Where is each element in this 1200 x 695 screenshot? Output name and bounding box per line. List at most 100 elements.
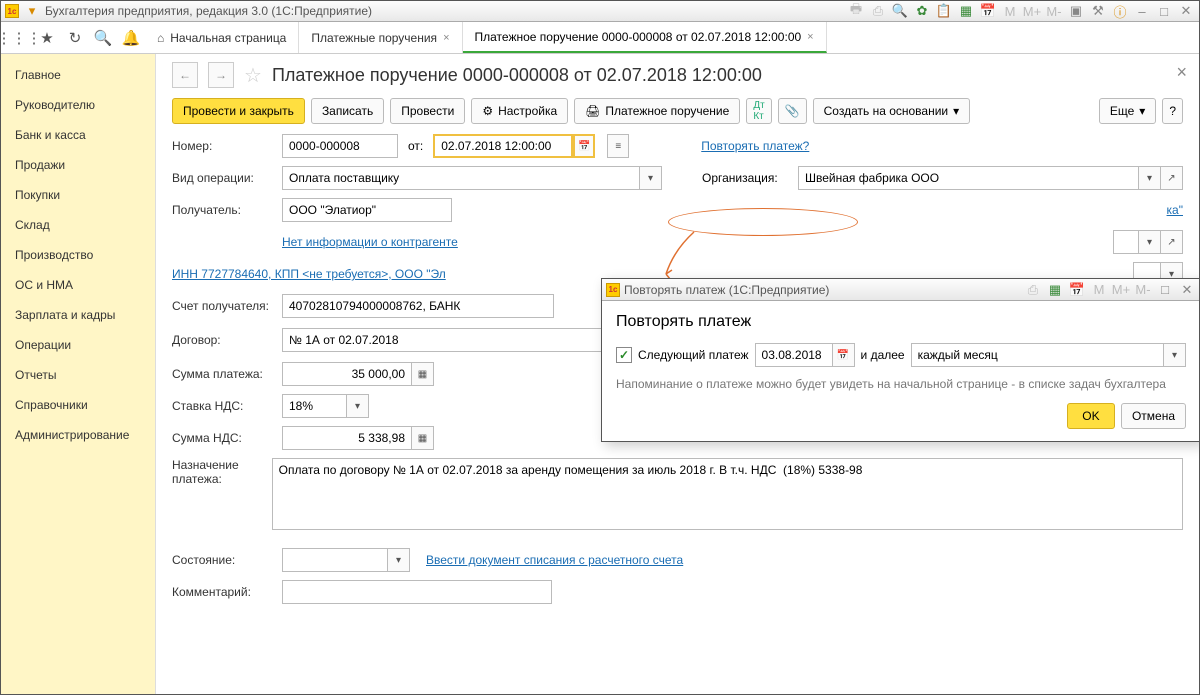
sidebar-item[interactable]: Отчеты (1, 360, 155, 390)
calendar-button[interactable]: 📅 (833, 343, 855, 367)
sidebar-item[interactable]: Продажи (1, 150, 155, 180)
clipboard-icon[interactable]: 📋 (935, 2, 953, 20)
mplus-icon[interactable]: M+ (1112, 281, 1130, 299)
sidebar-item[interactable]: Банк и касса (1, 120, 155, 150)
tab-order-doc[interactable]: Платежное поручение 0000-000008 от 02.07… (463, 22, 827, 53)
apps-icon[interactable]: ⋮⋮⋮ (5, 22, 33, 53)
close-doc-icon[interactable]: × (1176, 62, 1187, 83)
calc-icon[interactable]: ▦ (412, 426, 434, 450)
preview-icon[interactable]: 🔍 (891, 2, 909, 20)
aux-select[interactable] (1113, 230, 1139, 254)
chevron-down-icon[interactable]: ▾ (1139, 230, 1161, 254)
sidebar-item[interactable]: Администрирование (1, 420, 155, 450)
dt-button[interactable]: ДтКт (746, 98, 771, 124)
tab-label: Платежные поручения (311, 31, 437, 45)
settings-button[interactable]: ⚙Настройка (471, 98, 568, 124)
cancel-button[interactable]: Отмена (1121, 403, 1186, 429)
calendar-button[interactable]: 📅 (573, 134, 595, 158)
recipient-input[interactable]: ООО "Элатиор" (282, 198, 452, 222)
chevron-down-icon[interactable]: ▾ (640, 166, 662, 190)
favorite-icon[interactable]: ☆ (244, 63, 262, 88)
open-icon[interactable]: ↗ (1161, 230, 1183, 254)
print-order-button[interactable]: 🖨Платежное поручение (574, 98, 740, 124)
mminus-icon[interactable]: M- (1134, 281, 1152, 299)
nav-icon[interactable]: ✿ (913, 2, 931, 20)
save-icon[interactable]: 🖶 (847, 2, 865, 20)
star-icon[interactable]: ★ (33, 22, 61, 53)
sidebar-item[interactable]: Покупки (1, 180, 155, 210)
sum-input[interactable]: 35 000,00 (282, 362, 412, 386)
sidebar-item[interactable]: ОС и НМА (1, 270, 155, 300)
sidebar-item[interactable]: Главное (1, 60, 155, 90)
calc-icon[interactable]: ▦ (957, 2, 975, 20)
maximize-icon[interactable]: □ (1155, 2, 1173, 20)
calendar-icon[interactable]: 📅 (1068, 281, 1086, 299)
ok-button[interactable]: OK (1067, 403, 1115, 429)
ka-link[interactable]: ка" (1167, 203, 1183, 217)
post-button[interactable]: Провести (390, 98, 465, 124)
sidebar-item[interactable]: Производство (1, 240, 155, 270)
next-date-input[interactable]: 03.08.2018 (755, 343, 833, 367)
next-payment-checkbox[interactable]: ✓ (616, 347, 632, 363)
sidebar-item[interactable]: Операции (1, 330, 155, 360)
help-button[interactable]: ? (1162, 98, 1183, 124)
sidebar-item[interactable]: Справочники (1, 390, 155, 420)
date-input[interactable]: 02.07.2018 12:00:00 (433, 134, 573, 158)
calc-icon[interactable]: ▦ (412, 362, 434, 386)
calc-icon[interactable]: ▦ (1046, 281, 1064, 299)
m-icon[interactable]: M (1001, 2, 1019, 20)
info-icon[interactable]: ⓘ (1111, 2, 1129, 20)
mplus-icon[interactable]: M+ (1023, 2, 1041, 20)
more-button[interactable]: Еще▾ (1099, 98, 1156, 124)
panels-icon[interactable]: ▣ (1067, 2, 1085, 20)
post-close-button[interactable]: Провести и закрыть (172, 98, 305, 124)
maximize-icon[interactable]: □ (1156, 281, 1174, 299)
number-input[interactable]: 0000-000008 (282, 134, 398, 158)
tab-orders[interactable]: Платежные поручения × (299, 22, 462, 53)
close-icon[interactable]: ✕ (1178, 281, 1196, 299)
aux-button[interactable]: ≡ (607, 134, 629, 158)
print-icon[interactable]: ⎙ (1024, 281, 1042, 299)
open-icon[interactable]: ↗ (1161, 166, 1183, 190)
tab-home[interactable]: ⌂Начальная страница (145, 22, 299, 53)
sidebar-item[interactable]: Зарплата и кадры (1, 300, 155, 330)
close-icon[interactable]: ✕ (1177, 2, 1195, 20)
counterparty-info-link[interactable]: Нет информации о контрагенте (282, 235, 458, 249)
minimize-icon[interactable]: – (1133, 2, 1151, 20)
close-tab-icon[interactable]: × (807, 31, 813, 43)
vat-sum-input[interactable]: 5 338,98 (282, 426, 412, 450)
mminus-icon[interactable]: M- (1045, 2, 1063, 20)
close-tab-icon[interactable]: × (443, 32, 449, 44)
create-from-button[interactable]: Создать на основании▾ (813, 98, 971, 124)
bell-icon[interactable]: 🔔 (117, 22, 145, 53)
search-icon[interactable]: 🔍 (89, 22, 117, 53)
org-select[interactable]: Швейная фабрика ООО (798, 166, 1139, 190)
chevron-down-icon[interactable]: ▾ (1164, 343, 1186, 367)
recipient-acct-input[interactable]: 40702810794000008762, БАНК (282, 294, 554, 318)
sidebar-item[interactable]: Руководителю (1, 90, 155, 120)
optype-select[interactable]: Оплата поставщику (282, 166, 640, 190)
attach-button[interactable]: 📎 (778, 98, 807, 124)
repeat-payment-link[interactable]: Повторять платеж? (701, 139, 809, 153)
inn-kpp-link[interactable]: ИНН 7727784640, КПП <не требуется>, ООО … (172, 267, 446, 281)
purpose-textarea[interactable] (272, 458, 1183, 530)
contract-input[interactable]: № 1А от 02.07.2018 (282, 328, 618, 352)
period-select[interactable]: каждый месяц (911, 343, 1164, 367)
chevron-down-icon[interactable]: ▾ (388, 548, 410, 572)
write-off-link[interactable]: Ввести документ списания с расчетного сч… (426, 553, 683, 567)
chevron-down-icon[interactable]: ▾ (1139, 166, 1161, 190)
calendar-icon[interactable]: 📅 (979, 2, 997, 20)
status-select[interactable] (282, 548, 388, 572)
back-button[interactable]: ← (172, 62, 198, 88)
wrench-icon[interactable]: ⚒ (1089, 2, 1107, 20)
save-button[interactable]: Записать (311, 98, 384, 124)
history-icon[interactable]: ↻ (61, 22, 89, 53)
dropdown-icon[interactable]: ▾ (23, 2, 41, 20)
comment-input[interactable] (282, 580, 552, 604)
m-icon[interactable]: M (1090, 281, 1108, 299)
vat-rate-select[interactable]: 18% (282, 394, 347, 418)
print-icon[interactable]: ⎙ (869, 2, 887, 20)
chevron-down-icon[interactable]: ▾ (347, 394, 369, 418)
forward-button[interactable]: → (208, 62, 234, 88)
sidebar-item[interactable]: Склад (1, 210, 155, 240)
